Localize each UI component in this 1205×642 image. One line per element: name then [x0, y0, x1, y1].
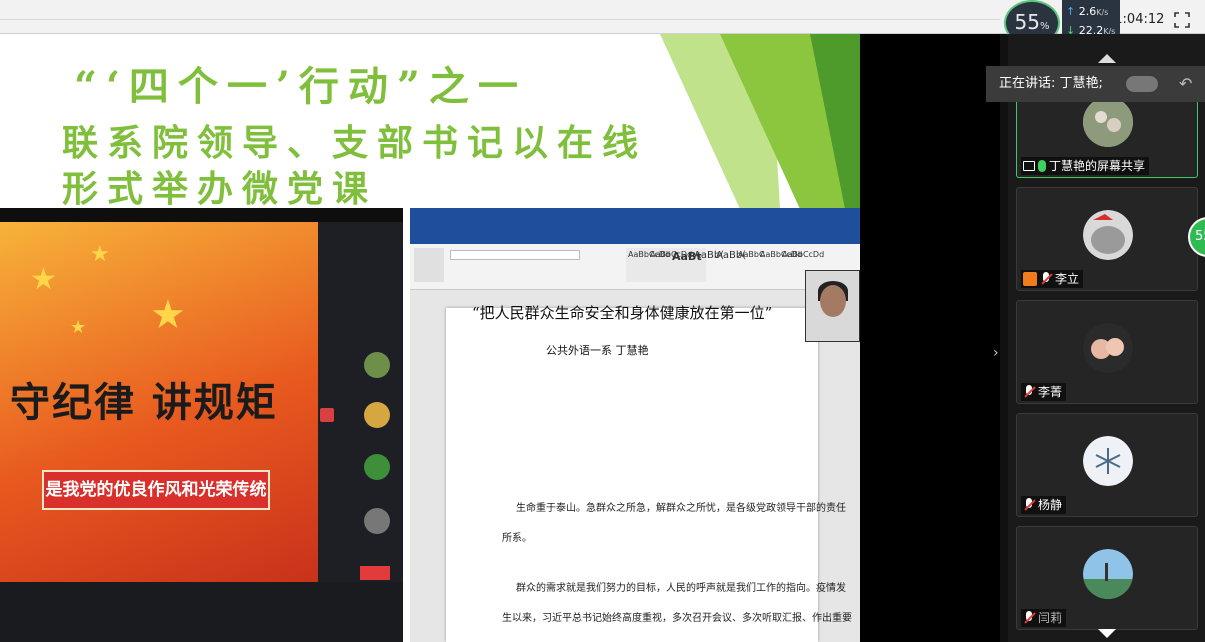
- cpu-percent: 55: [1014, 10, 1040, 34]
- upload-speed: 2.6: [1078, 5, 1097, 18]
- word-ribbon: AaBbCcDd AaBbCcDd AaBt AaBb( AaBb( AaBbC…: [410, 244, 860, 290]
- document-author: 公共外语一系 丁慧艳: [546, 344, 649, 357]
- document-title: “把人民群众生命安全和身体健康放在第一位”: [472, 304, 773, 322]
- style-preview: AaBbCcDd: [650, 250, 693, 259]
- participant-label: 李菁: [1021, 383, 1067, 401]
- document-paragraph: 生命重于泰山。急群众之所急，解群众之所忧，是各级党政领导干部的责任: [516, 503, 846, 514]
- presenter-face: [820, 285, 846, 317]
- presentation-slide: “‘四个一’行动”之一 联系院领导、支部书记以在线 形式举办微党课 ★ ★ ★ …: [0, 34, 860, 642]
- slide-title-line3: 形式举办微党课: [62, 168, 378, 210]
- participant-label: 杨静: [1021, 496, 1067, 514]
- style-preview: AaBbCcDd: [782, 250, 825, 259]
- avatar: [1083, 436, 1133, 486]
- photo-toolbar: [0, 566, 403, 642]
- cpu-percent-sign: %: [1039, 21, 1050, 32]
- scroll-up-icon[interactable]: [1098, 54, 1116, 63]
- mic-off-icon: [1023, 498, 1035, 512]
- participant-label: 丁慧艳的屏幕共享: [1021, 157, 1150, 175]
- participant-label: 闫莉: [1021, 609, 1067, 627]
- style-preview: AaBbCcDd: [628, 250, 671, 259]
- presenter-video-thumbnail: [805, 270, 860, 342]
- fullscreen-icon[interactable]: [1174, 12, 1190, 28]
- baby-avatar-icon: [1083, 323, 1133, 373]
- mic-off-icon: [1023, 611, 1035, 625]
- flower-avatar-icon: [1083, 97, 1133, 147]
- photo-avatar: [364, 454, 390, 480]
- collapse-panel-icon[interactable]: ›: [993, 345, 999, 361]
- style-preview: AaBb(: [694, 250, 725, 261]
- slide-title-line2: 联系院领导、支部书记以在线: [62, 122, 648, 164]
- paste-icon: [414, 248, 444, 282]
- screen-photo-left: ★ ★ ★ ★ 守纪律 讲规矩 是我党的优良作风和光荣传统: [0, 208, 403, 642]
- participant-tile[interactable]: 李立: [1016, 187, 1198, 291]
- participant-tile[interactable]: 闫莉: [1016, 526, 1198, 630]
- cat-avatar-icon: [1083, 210, 1133, 260]
- photo-participant-column: [318, 222, 403, 582]
- photo-end-button: [360, 566, 390, 580]
- snowflake-avatar-icon: [1083, 436, 1133, 486]
- screen-photo-word-doc: AaBbCcDd AaBbCcDd AaBt AaBb( AaBb( AaBbC…: [410, 208, 860, 642]
- photo-avatar: [364, 352, 390, 378]
- avatar: [1083, 210, 1133, 260]
- person-icon: [1023, 272, 1037, 286]
- word-ribbon-tabs: [410, 230, 860, 244]
- landscape-avatar-icon: [1083, 549, 1133, 599]
- speaker-audio-icon: [1126, 76, 1158, 92]
- scroll-down-icon[interactable]: [1098, 629, 1116, 638]
- star-icon: ★: [30, 262, 57, 297]
- meeting-window: 01:04:12 55% ↑ 2.6K/s ↓ 22.2K/s “‘四个一’行动…: [0, 0, 1205, 642]
- document-paragraph: 群众的需求就是我们努力的目标，人民的呼声就是我们工作的指向。疫情发: [516, 583, 846, 594]
- participant-name: 李菁: [1038, 385, 1063, 399]
- avatar: [1083, 549, 1133, 599]
- star-icon: ★: [150, 292, 186, 338]
- style-preview: AaBbC: [738, 250, 765, 259]
- style-preview: AaBt: [672, 250, 702, 263]
- speaking-label: 正在讲话: 丁慧艳;: [999, 76, 1103, 91]
- style-preview: AaBbCcDd: [760, 250, 803, 259]
- word-title-bar: [410, 208, 860, 230]
- shared-screen: “‘四个一’行动”之一 联系院领导、支部书记以在线 形式举办微党课 ★ ★ ★ …: [0, 34, 1000, 642]
- screen-share-icon: [1023, 161, 1035, 171]
- star-icon: ★: [90, 242, 110, 267]
- participant-label: 李立: [1021, 270, 1084, 288]
- return-icon[interactable]: ↶: [1179, 66, 1192, 102]
- document-paragraph: 所系。: [502, 533, 532, 544]
- participant-name: 李立: [1055, 272, 1080, 286]
- style-preview: AaBb(: [716, 250, 747, 261]
- participant-name: 闫莉: [1038, 611, 1063, 625]
- photo-avatar: [364, 402, 390, 428]
- participant-tile[interactable]: 李菁: [1016, 300, 1198, 404]
- slide-title-line1: “‘四个一’行动”之一: [74, 63, 527, 110]
- photo-record-icon: [320, 408, 334, 422]
- star-icon: ★: [70, 317, 87, 338]
- photo-banner: 是我党的优良作风和光荣传统: [42, 470, 270, 510]
- mic-off-icon: [1023, 385, 1035, 399]
- document-paragraph: 生以来，习近平总书记始终高度重视，多次召开会议、多次听取汇报、作出重要: [502, 613, 852, 624]
- photo-slogan: 守纪律 讲规矩: [10, 380, 278, 426]
- mic-off-icon: [1040, 272, 1052, 286]
- slide-green-decoration: [660, 34, 860, 209]
- photo-avatar: [364, 508, 390, 534]
- speaking-indicator: 正在讲话: 丁慧艳; ↶: [986, 66, 1205, 102]
- address-bar-line: [0, 8, 1000, 20]
- font-selector: [450, 250, 580, 260]
- participant-name: 杨静: [1038, 498, 1063, 512]
- mic-on-icon: [1038, 160, 1046, 172]
- participant-tile[interactable]: 杨静: [1016, 413, 1198, 517]
- slide-header: “‘四个一’行动”之一 联系院领导、支部书记以在线 形式举办微党课: [0, 34, 860, 210]
- upload-arrow-icon: ↑: [1066, 5, 1076, 18]
- avatar: [1083, 323, 1133, 373]
- avatar: [1083, 97, 1133, 147]
- upload-unit: K/s: [1096, 8, 1109, 17]
- participant-name: 丁慧艳的屏幕共享: [1049, 159, 1146, 173]
